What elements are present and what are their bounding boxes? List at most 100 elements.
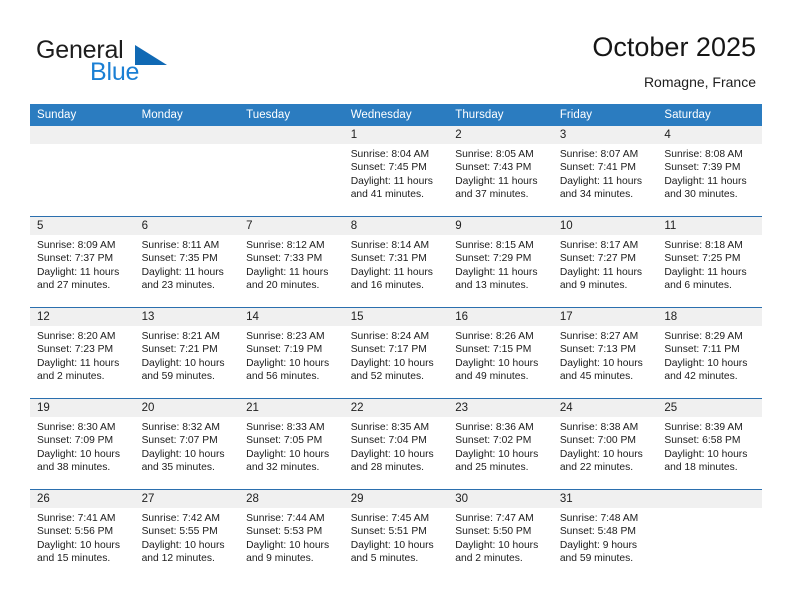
- calendar-day-cell[interactable]: [239, 126, 344, 217]
- day-details: Sunrise: 8:38 AM Sunset: 7:00 PM Daylight:…: [553, 417, 658, 475]
- day-details: Sunrise: 8:04 AM Sunset: 7:45 PM Daylight:…: [344, 144, 449, 202]
- sunrise-text: Sunrise: 8:39 AM: [664, 422, 743, 433]
- day-cell[interactable]: 22 Sunrise: 8:35 AM Sunset: 7:04 PM Dayligh…: [343, 399, 449, 488]
- day-cell[interactable]: 7 Sunrise: 8:12 AM Sunset: 7:33 PM Daylight…: [239, 217, 344, 306]
- calendar-day-cell[interactable]: 17 Sunrise: 8:27 AM Sunset: 7:13 PM Dayligh…: [552, 307, 658, 399]
- calendar-day-cell[interactable]: 8 Sunrise: 8:14 AM Sunset: 7:31 PM Daylight…: [343, 216, 449, 308]
- day-cell[interactable]: 14 Sunrise: 8:23 AM Sunset: 7:19 PM Dayligh…: [239, 308, 344, 397]
- daylight-text-line2: and 28 minutes.: [350, 462, 424, 474]
- calendar-day-cell[interactable]: 29 Sunrise: 7:45 AM Sunset: 5:51 PM Dayligh…: [343, 489, 449, 580]
- day-details: Sunrise: 8:15 AM Sunset: 7:29 PM Daylight:…: [448, 235, 553, 293]
- daylight-text-line2: and 59 minutes.: [141, 371, 215, 383]
- calendar-day-cell[interactable]: 31 Sunrise: 7:48 AM Sunset: 5:48 PM Dayligh…: [552, 489, 658, 580]
- day-cell[interactable]: 28 Sunrise: 7:44 AM Sunset: 5:53 PM Dayligh…: [239, 490, 344, 579]
- calendar-day-cell[interactable]: [657, 489, 762, 580]
- sunrise-text: Sunrise: 7:48 AM: [559, 513, 639, 524]
- calendar-day-cell[interactable]: 10 Sunrise: 8:17 AM Sunset: 7:27 PM Dayligh…: [552, 216, 658, 308]
- daylight-text-line2: and 35 minutes.: [141, 462, 215, 474]
- calendar-day-cell[interactable]: 7 Sunrise: 8:12 AM Sunset: 7:33 PM Daylight…: [239, 216, 344, 308]
- day-cell[interactable]: 3 Sunrise: 8:07 AM Sunset: 7:41 PM Daylight…: [552, 126, 658, 215]
- calendar-day-cell[interactable]: 27 Sunrise: 7:42 AM Sunset: 5:55 PM Dayligh…: [134, 489, 240, 580]
- calendar-day-cell[interactable]: 25 Sunrise: 8:39 AM Sunset: 6:58 PM Dayligh…: [657, 398, 762, 490]
- day-cell[interactable]: 13 Sunrise: 8:21 AM Sunset: 7:21 PM Dayligh…: [134, 308, 240, 397]
- calendar-day-cell[interactable]: 6 Sunrise: 8:11 AM Sunset: 7:35 PM Daylight…: [134, 216, 240, 308]
- day-number: 21: [239, 399, 344, 417]
- brand-logo[interactable]: General Blue: [36, 36, 246, 92]
- day-number: 31: [552, 490, 658, 508]
- calendar-day-cell[interactable]: 9 Sunrise: 8:15 AM Sunset: 7:29 PM Daylight…: [448, 216, 553, 308]
- calendar-day-cell[interactable]: 28 Sunrise: 7:44 AM Sunset: 5:53 PM Dayligh…: [239, 489, 344, 580]
- calendar-day-cell[interactable]: 19 Sunrise: 8:30 AM Sunset: 7:09 PM Dayligh…: [30, 398, 135, 490]
- daylight-text-line2: and 22 minutes.: [559, 462, 634, 474]
- day-cell[interactable]: 10 Sunrise: 8:17 AM Sunset: 7:27 PM Dayligh…: [552, 217, 658, 306]
- calendar-day-cell[interactable]: 26 Sunrise: 7:41 AM Sunset: 5:56 PM Dayligh…: [30, 489, 135, 580]
- day-cell[interactable]: 30 Sunrise: 7:47 AM Sunset: 5:50 PM Dayligh…: [448, 490, 553, 579]
- calendar-day-cell[interactable]: [134, 126, 240, 217]
- day-cell[interactable]: 25 Sunrise: 8:39 AM Sunset: 6:58 PM Dayligh…: [657, 399, 762, 488]
- sunset-text: Sunset: 7:31 PM: [350, 253, 427, 265]
- calendar-day-cell[interactable]: 5 Sunrise: 8:09 AM Sunset: 7:37 PM Daylight…: [30, 216, 135, 308]
- sunrise-text: Sunrise: 8:29 AM: [664, 331, 743, 342]
- calendar-day-cell[interactable]: 21 Sunrise: 8:33 AM Sunset: 7:05 PM Dayligh…: [239, 398, 344, 490]
- day-number: 30: [448, 490, 553, 508]
- day-details: Sunrise: 7:48 AM Sunset: 5:48 PM Daylight:…: [553, 508, 658, 566]
- sunset-text: Sunset: 5:55 PM: [141, 526, 218, 538]
- day-number: 12: [30, 308, 135, 326]
- sunrise-text: Sunrise: 8:09 AM: [37, 240, 116, 251]
- calendar-table: Sunday Monday Tuesday Wednesday Thursday…: [30, 104, 762, 580]
- day-cell[interactable]: 17 Sunrise: 8:27 AM Sunset: 7:13 PM Dayligh…: [552, 308, 658, 397]
- calendar-day-cell[interactable]: 30 Sunrise: 7:47 AM Sunset: 5:50 PM Dayligh…: [448, 489, 553, 580]
- calendar-day-cell[interactable]: 3 Sunrise: 8:07 AM Sunset: 7:41 PM Daylight…: [552, 126, 658, 217]
- sunset-text: Sunset: 7:05 PM: [246, 435, 323, 447]
- sunrise-text: Sunrise: 8:07 AM: [559, 149, 639, 160]
- calendar-day-cell[interactable]: 2 Sunrise: 8:05 AM Sunset: 7:43 PM Daylight…: [448, 126, 553, 217]
- calendar-day-cell[interactable]: 23 Sunrise: 8:36 AM Sunset: 7:02 PM Dayligh…: [448, 398, 553, 490]
- daylight-text-line1: Daylight: 10 hours: [141, 448, 225, 460]
- day-cell[interactable]: 12 Sunrise: 8:20 AM Sunset: 7:23 PM Dayligh…: [30, 308, 135, 397]
- weekday-header-row: Sunday Monday Tuesday Wednesday Thursday…: [30, 104, 762, 126]
- calendar-day-cell[interactable]: 24 Sunrise: 8:38 AM Sunset: 7:00 PM Dayligh…: [552, 398, 658, 490]
- day-cell[interactable]: 4 Sunrise: 8:08 AM Sunset: 7:39 PM Daylight…: [657, 126, 762, 215]
- calendar-day-cell[interactable]: 20 Sunrise: 8:32 AM Sunset: 7:07 PM Dayligh…: [134, 398, 240, 490]
- day-cell[interactable]: 9 Sunrise: 8:15 AM Sunset: 7:29 PM Daylight…: [448, 217, 553, 306]
- day-cell[interactable]: 2 Sunrise: 8:05 AM Sunset: 7:43 PM Daylight…: [448, 126, 553, 215]
- day-cell[interactable]: 24 Sunrise: 8:38 AM Sunset: 7:00 PM Dayligh…: [552, 399, 658, 488]
- daylight-text-line2: and 16 minutes.: [350, 280, 424, 292]
- calendar-day-cell[interactable]: 1 Sunrise: 8:04 AM Sunset: 7:45 PM Daylight…: [343, 126, 449, 217]
- day-number: 9: [448, 217, 553, 235]
- day-cell[interactable]: 18 Sunrise: 8:29 AM Sunset: 7:11 PM Dayligh…: [657, 308, 762, 397]
- day-cell[interactable]: 8 Sunrise: 8:14 AM Sunset: 7:31 PM Daylight…: [343, 217, 449, 306]
- day-cell[interactable]: 21 Sunrise: 8:33 AM Sunset: 7:05 PM Dayligh…: [239, 399, 344, 488]
- daylight-text-line1: Daylight: 11 hours: [664, 266, 747, 278]
- calendar-day-cell[interactable]: 14 Sunrise: 8:23 AM Sunset: 7:19 PM Dayligh…: [239, 307, 344, 399]
- calendar-day-cell[interactable]: 18 Sunrise: 8:29 AM Sunset: 7:11 PM Dayligh…: [657, 307, 762, 399]
- day-cell[interactable]: 23 Sunrise: 8:36 AM Sunset: 7:02 PM Dayligh…: [448, 399, 553, 488]
- day-cell[interactable]: 29 Sunrise: 7:45 AM Sunset: 5:51 PM Dayligh…: [343, 490, 449, 579]
- day-cell[interactable]: 16 Sunrise: 8:26 AM Sunset: 7:15 PM Dayligh…: [448, 308, 553, 397]
- calendar-day-cell[interactable]: 12 Sunrise: 8:20 AM Sunset: 7:23 PM Dayligh…: [30, 307, 135, 399]
- day-cell[interactable]: 15 Sunrise: 8:24 AM Sunset: 7:17 PM Dayligh…: [343, 308, 449, 397]
- brand-word-blue: Blue: [90, 58, 140, 86]
- day-cell[interactable]: 6 Sunrise: 8:11 AM Sunset: 7:35 PM Daylight…: [134, 217, 240, 306]
- day-cell[interactable]: 19 Sunrise: 8:30 AM Sunset: 7:09 PM Dayligh…: [30, 399, 135, 488]
- day-cell[interactable]: 27 Sunrise: 7:42 AM Sunset: 5:55 PM Dayligh…: [134, 490, 240, 579]
- calendar-day-cell[interactable]: 13 Sunrise: 8:21 AM Sunset: 7:21 PM Dayligh…: [134, 307, 240, 399]
- day-number: 17: [552, 308, 658, 326]
- day-cell[interactable]: 26 Sunrise: 7:41 AM Sunset: 5:56 PM Dayligh…: [30, 490, 135, 579]
- day-cell[interactable]: 20 Sunrise: 8:32 AM Sunset: 7:07 PM Dayligh…: [134, 399, 240, 488]
- calendar-day-cell[interactable]: [30, 126, 135, 217]
- daylight-text-line2: and 23 minutes.: [141, 280, 215, 292]
- day-cell[interactable]: 1 Sunrise: 8:04 AM Sunset: 7:45 PM Daylight…: [343, 126, 449, 215]
- sunrise-text: Sunrise: 8:23 AM: [246, 331, 325, 342]
- calendar-day-cell[interactable]: 16 Sunrise: 8:26 AM Sunset: 7:15 PM Dayligh…: [448, 307, 553, 399]
- day-details: Sunrise: 8:09 AM Sunset: 7:37 PM Daylight:…: [30, 235, 135, 293]
- calendar-day-cell[interactable]: 15 Sunrise: 8:24 AM Sunset: 7:17 PM Dayligh…: [343, 307, 449, 399]
- sunset-text: Sunset: 7:39 PM: [664, 162, 741, 174]
- calendar-day-cell[interactable]: 4 Sunrise: 8:08 AM Sunset: 7:39 PM Daylight…: [657, 126, 762, 217]
- day-cell[interactable]: 11 Sunrise: 8:18 AM Sunset: 7:25 PM Dayligh…: [657, 217, 762, 306]
- calendar-day-cell[interactable]: 22 Sunrise: 8:35 AM Sunset: 7:04 PM Dayligh…: [343, 398, 449, 490]
- calendar-day-cell[interactable]: 11 Sunrise: 8:18 AM Sunset: 7:25 PM Dayligh…: [657, 216, 762, 308]
- day-cell[interactable]: 5 Sunrise: 8:09 AM Sunset: 7:37 PM Daylight…: [30, 217, 135, 306]
- day-cell[interactable]: 31 Sunrise: 7:48 AM Sunset: 5:48 PM Dayligh…: [552, 490, 658, 579]
- day-number: 26: [30, 490, 135, 508]
